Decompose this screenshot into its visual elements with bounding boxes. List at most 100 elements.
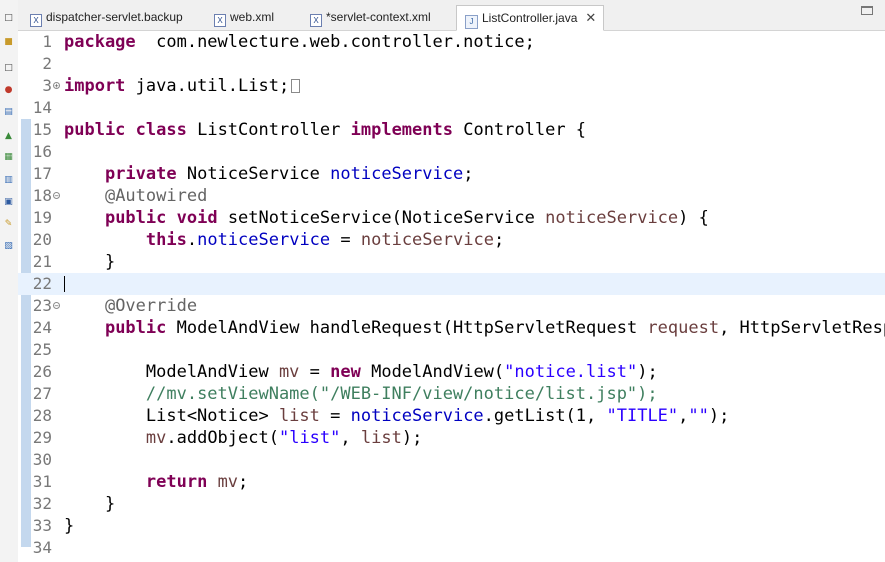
code-line[interactable]: 31 return mv; xyxy=(18,471,885,493)
restore-icon-2[interactable]: □ xyxy=(2,62,15,75)
progress-icon[interactable]: ▧ xyxy=(2,240,15,253)
code-text: public ModelAndView handleRequest(HttpSe… xyxy=(64,317,885,339)
console-icon[interactable]: ▣ xyxy=(2,196,15,209)
editor-tab[interactable]: J ListController.java ✕ xyxy=(456,5,604,31)
code-token: noticeService xyxy=(330,164,464,184)
tab-label: dispatcher-servlet.backup xyxy=(46,10,183,24)
search-icon[interactable]: ✎ xyxy=(2,218,15,231)
editor-tab[interactable]: Xdispatcher-servlet.backup xyxy=(22,5,202,30)
code-token: mv xyxy=(217,472,239,492)
code-line[interactable]: 29 mv.addObject("list", list); xyxy=(18,427,885,449)
xml-file-icon: X xyxy=(310,14,322,27)
line-number: 27 xyxy=(32,384,52,403)
code-line[interactable]: 16 xyxy=(18,141,885,163)
editor-tab[interactable]: X *servlet-context.xml xyxy=(302,5,452,30)
fold-icon[interactable]: − xyxy=(53,192,60,200)
code-text: this.noticeService = noticeService; xyxy=(64,229,504,251)
code-text: ModelAndView mv = new ModelAndView("noti… xyxy=(64,361,658,383)
code-line[interactable]: 28 List<Notice> list = noticeService.get… xyxy=(18,405,885,427)
hierarchy-icon[interactable]: ▲ xyxy=(2,130,15,143)
line-number: 34 xyxy=(32,538,52,557)
eclipse-window: □ ■ □ ● ▤ ▲ ▦ ▥ ▣ ✎ ▧ Xdispatcher-servle… xyxy=(0,0,885,562)
code-line[interactable]: 33} xyxy=(18,515,885,537)
code-text: return mv; xyxy=(64,471,248,493)
fold-icon[interactable]: − xyxy=(53,302,60,310)
code-line[interactable]: 23− @Override xyxy=(18,295,885,317)
code-line[interactable]: 27 //mv.setViewName("/WEB-INF/view/notic… xyxy=(18,383,885,405)
maximize-button[interactable] xyxy=(861,6,873,15)
editor-tab[interactable]: Xweb.xml xyxy=(206,5,298,30)
line-number: 32 xyxy=(32,494,52,513)
package-explorer-icon[interactable]: ■ xyxy=(2,36,15,49)
code-token: implements xyxy=(350,120,453,140)
code-token: ; xyxy=(493,230,505,250)
code-line[interactable]: 3 + import java.util.List; xyxy=(18,75,885,97)
code-token: ); xyxy=(637,362,658,382)
line-number: 3 xyxy=(42,76,52,95)
code-line[interactable]: 22 xyxy=(18,273,885,295)
code-text: mv.addObject("list", list); xyxy=(64,427,422,449)
line-number: 17 xyxy=(32,164,52,183)
fold-icon[interactable]: + xyxy=(53,82,60,90)
restore-icon[interactable]: □ xyxy=(2,12,15,25)
code-text: //mv.setViewName("/WEB-INF/view/notice/l… xyxy=(64,383,658,405)
code-token: public xyxy=(104,318,167,338)
code-token: . xyxy=(186,230,198,250)
problems-icon[interactable]: ▥ xyxy=(2,174,15,187)
code-line[interactable]: 18− @Autowired xyxy=(18,185,885,207)
code-token: public xyxy=(104,208,167,228)
code-token: , xyxy=(340,428,361,448)
outline-icon[interactable]: ▤ xyxy=(2,106,15,119)
code-token: ; xyxy=(238,472,249,492)
code-text: import java.util.List; xyxy=(64,75,301,97)
line-number: 1 xyxy=(42,32,52,51)
line-number: 23 xyxy=(32,296,52,315)
servers-icon[interactable]: ● xyxy=(2,84,15,97)
collapsed-block-marker[interactable] xyxy=(291,79,301,93)
code-line[interactable]: 32 } xyxy=(18,493,885,515)
code-token: } xyxy=(64,494,116,514)
code-line[interactable]: 1 package com.newlecture.web.controller.n… xyxy=(18,31,885,53)
code-token: ) { xyxy=(678,208,709,228)
code-editor[interactable]: 1 package com.newlecture.web.controller.n… xyxy=(18,31,885,562)
code-line[interactable]: 30 xyxy=(18,449,885,471)
code-token: ListController xyxy=(186,120,351,140)
code-line[interactable]: 34 xyxy=(18,537,885,559)
code-token: this xyxy=(145,230,187,250)
code-token: ModelAndView xyxy=(64,362,279,382)
xml-file-icon: X xyxy=(30,14,42,27)
code-token: return xyxy=(145,472,208,492)
code-line[interactable]: 21 } xyxy=(18,251,885,273)
code-line[interactable]: 15 public class ListController implements… xyxy=(18,119,885,141)
task-list-icon[interactable]: ▦ xyxy=(2,151,15,164)
code-text: } xyxy=(64,515,74,537)
code-token: setNoticeService(NoticeService xyxy=(217,208,546,228)
code-token: = xyxy=(330,230,361,250)
code-token: void xyxy=(176,208,218,228)
close-icon[interactable]: ✕ xyxy=(585,6,596,30)
code-token: "" xyxy=(688,406,709,426)
code-line[interactable]: 25 xyxy=(18,339,885,361)
left-toolbar: □ ■ □ ● ▤ ▲ ▦ ▥ ▣ ✎ ▧ xyxy=(0,0,19,562)
code-token: noticeService xyxy=(197,230,331,250)
code-line[interactable]: 17 private NoticeService noticeService; xyxy=(18,163,885,185)
code-token: } xyxy=(64,252,116,272)
line-number: 2 xyxy=(42,54,52,73)
code-line[interactable]: 19 public void setNoticeService(NoticeSe… xyxy=(18,207,885,229)
code-line[interactable]: 2 xyxy=(18,53,885,75)
code-line[interactable]: 24 public ModelAndView handleRequest(Htt… xyxy=(18,317,885,339)
code-line[interactable]: 20 this.noticeService = noticeService; xyxy=(18,229,885,251)
code-token: mv xyxy=(278,362,300,382)
code-line[interactable]: 14 xyxy=(18,97,885,119)
code-token: new xyxy=(330,362,361,382)
code-line[interactable]: 26 ModelAndView mv = new ModelAndView("n… xyxy=(18,361,885,383)
code-token: private xyxy=(104,164,177,184)
code-token: = xyxy=(319,406,351,426)
code-token: ); xyxy=(401,428,423,448)
code-token: , HttpServletRespo xyxy=(719,318,885,338)
